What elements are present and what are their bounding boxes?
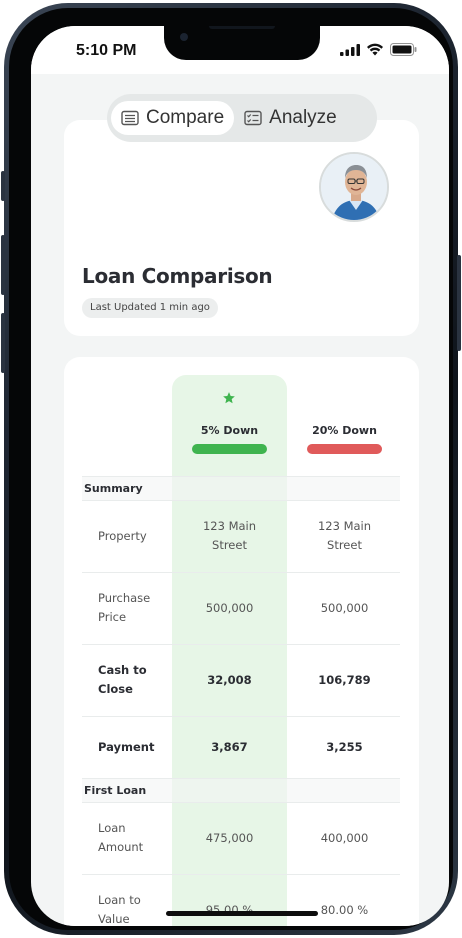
- phone-frame: 5:10 PM Compare Analyze Loan Comparison …: [1, 3, 461, 935]
- tab-compare-label: Compare: [146, 107, 225, 128]
- cell-value: 3,255: [326, 740, 363, 754]
- user-photo: [321, 154, 387, 220]
- cell-value: 32,008: [207, 673, 252, 687]
- column-color-bar-5-down: [192, 444, 267, 454]
- cell-value: 3,867: [211, 740, 248, 754]
- cell-value: 123 Main Street: [202, 519, 257, 552]
- section-label: First Loan: [84, 784, 147, 797]
- row-label: Loan Amount: [98, 821, 144, 854]
- home-indicator[interactable]: [166, 911, 318, 916]
- tab-analyze[interactable]: Analyze: [234, 101, 347, 135]
- status-time: 5:10 PM: [76, 42, 137, 59]
- row-label: Cash to Close: [98, 663, 147, 696]
- table-row: Cash to Close 32,008 106,789: [82, 644, 400, 716]
- column-header-20-down[interactable]: 20% Down: [287, 424, 402, 437]
- cell-value: 106,789: [318, 673, 371, 687]
- header-card: Loan Comparison Last Updated 1 min ago: [64, 120, 419, 336]
- battery-icon: [390, 43, 417, 56]
- camera: [180, 33, 188, 41]
- row-label: Property: [98, 529, 147, 543]
- wifi-icon: [367, 43, 383, 56]
- cell-value: 123 Main Street: [317, 519, 372, 552]
- signal-icon: [340, 43, 360, 56]
- column-header-5-down[interactable]: 5% Down: [172, 424, 287, 437]
- status-icons: [340, 43, 417, 56]
- last-updated-badge: Last Updated 1 min ago: [82, 298, 218, 318]
- row-label: Payment: [98, 740, 155, 754]
- screen: 5:10 PM Compare Analyze Loan Comparison …: [31, 26, 449, 926]
- volume-down-button: [1, 313, 5, 373]
- tab-compare[interactable]: Compare: [111, 101, 235, 135]
- speaker: [209, 26, 275, 29]
- row-label: Purchase Price: [98, 591, 151, 624]
- list-icon: [121, 110, 139, 126]
- cell-value: 475,000: [205, 831, 254, 845]
- avatar[interactable]: [319, 152, 389, 222]
- table-row: Loan Amount 475,000 400,000: [82, 802, 400, 874]
- page-title: Loan Comparison: [82, 264, 273, 288]
- table-row: Purchase Price 500,000 500,000: [82, 572, 400, 644]
- volume-up-button: [1, 235, 5, 295]
- row-label: Loan to Value: [98, 893, 141, 926]
- cell-value: 500,000: [320, 601, 369, 615]
- mute-switch: [1, 171, 5, 201]
- cell-value: 500,000: [205, 601, 254, 615]
- table-row: Property 123 Main Street 123 Main Street: [82, 500, 400, 572]
- section-summary: Summary: [82, 476, 400, 500]
- table-row: Payment 3,867 3,255: [82, 716, 400, 778]
- cell-value: 400,000: [320, 831, 369, 845]
- power-button: [457, 255, 461, 351]
- bezel: 5:10 PM Compare Analyze Loan Comparison …: [9, 8, 453, 930]
- section-label: Summary: [84, 482, 143, 495]
- tab-analyze-label: Analyze: [269, 107, 337, 128]
- section-first-loan: First Loan: [82, 778, 400, 802]
- column-color-bar-20-down: [307, 444, 382, 454]
- comparison-card: 5% Down 20% Down Summary Property 123 Ma…: [64, 357, 419, 926]
- notch: [164, 26, 320, 60]
- star-icon[interactable]: [222, 391, 236, 405]
- view-switcher: Compare Analyze: [107, 94, 377, 142]
- checklist-icon: [244, 110, 262, 126]
- table-row: Loan to Value 95.00 % 80.00 %: [82, 874, 400, 926]
